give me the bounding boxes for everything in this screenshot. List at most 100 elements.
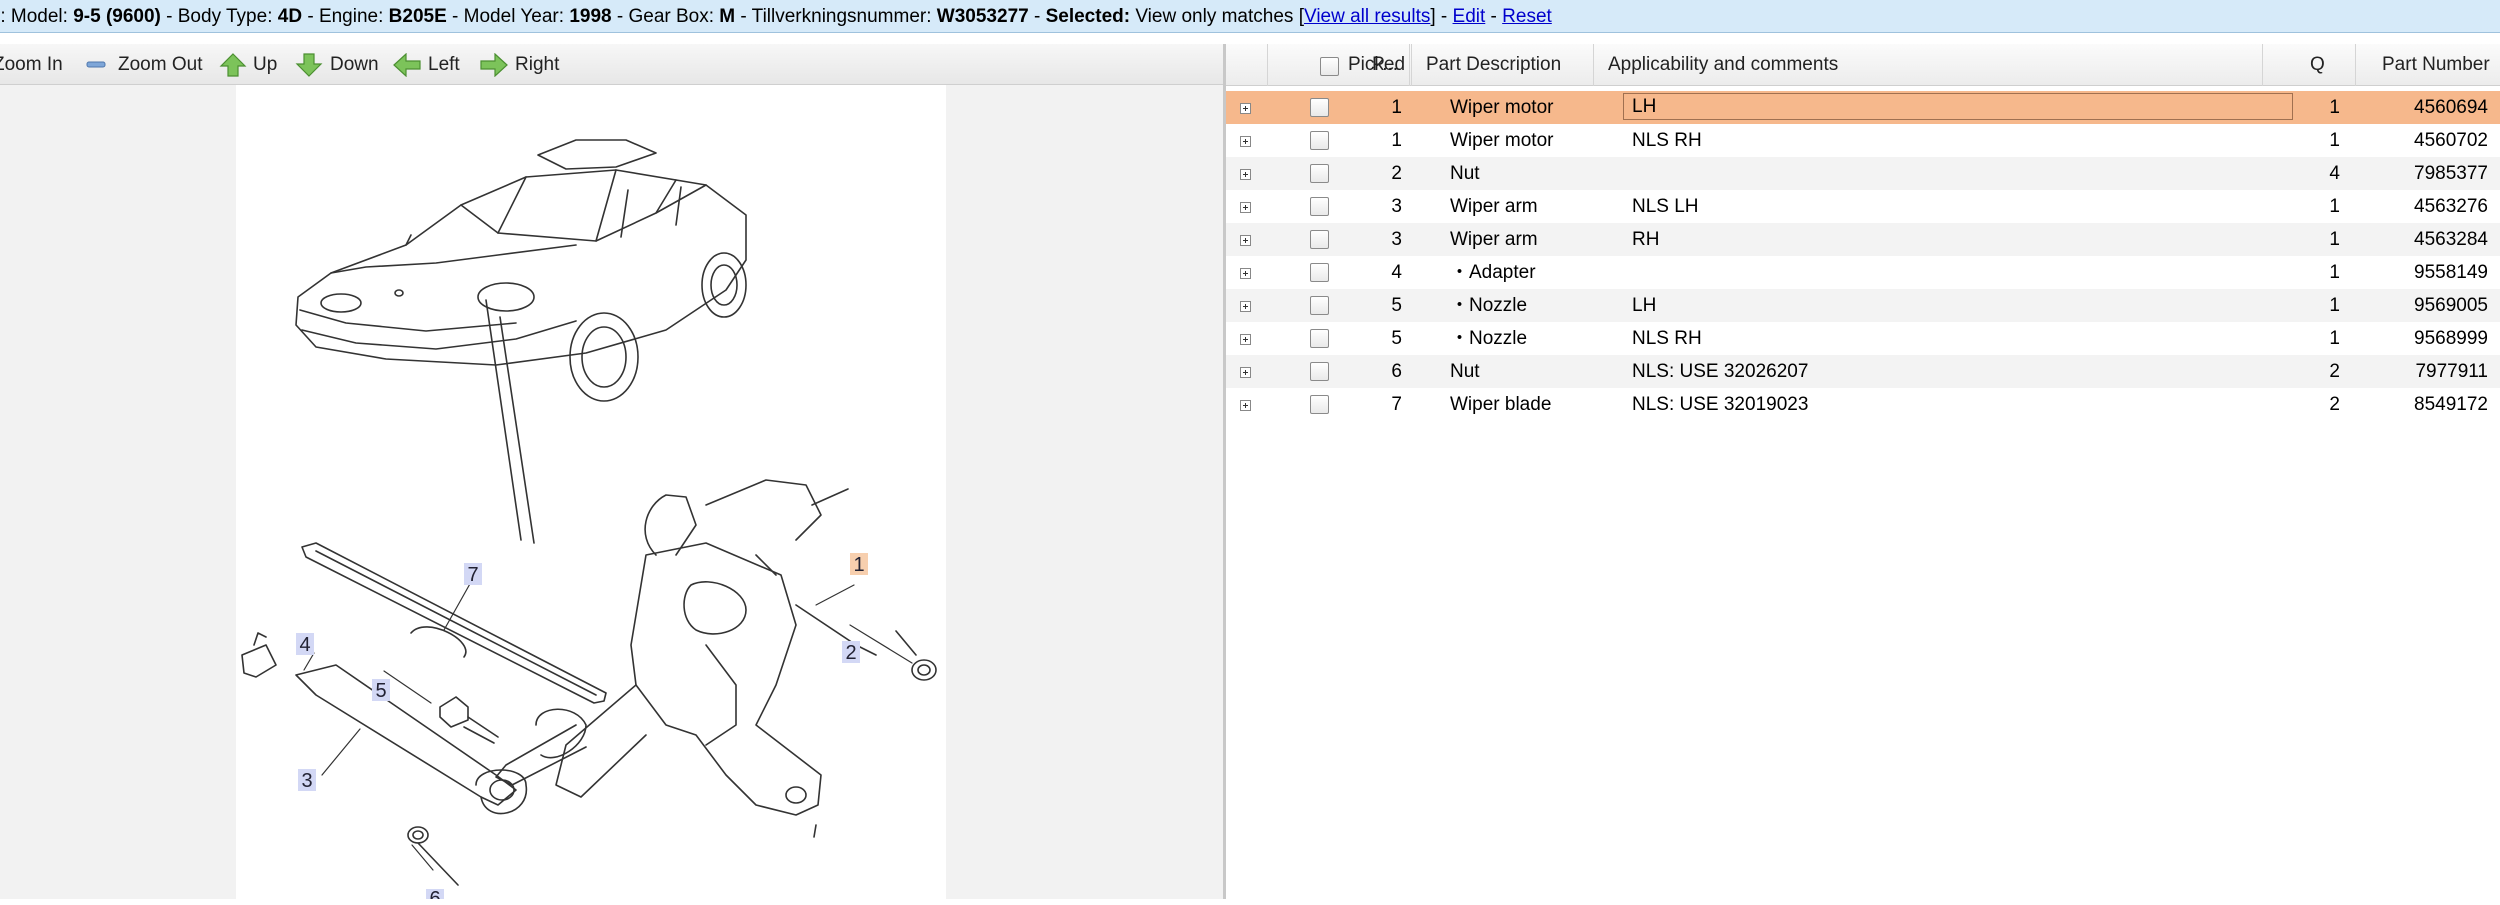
picked-checkbox[interactable]	[1310, 296, 1329, 315]
expand-row-icon[interactable]	[1240, 367, 1251, 378]
expand-row-icon[interactable]	[1240, 235, 1251, 246]
callout-7[interactable]: 7	[467, 564, 478, 586]
callout-2[interactable]: 2	[845, 642, 856, 664]
cell-part-description: Wiper arm	[1450, 196, 1538, 217]
expand-row-icon[interactable]	[1240, 136, 1251, 147]
cell-part-number: 8549172	[2414, 394, 2488, 415]
view-all-suffix: ] -	[1430, 6, 1453, 27]
callouts: 7 1 4 2 5 3 6	[296, 553, 868, 905]
expand-row-icon[interactable]	[1240, 301, 1251, 312]
cell-position: 2	[1391, 163, 1402, 184]
table-row[interactable]: 2 Nut 4 7985377	[1226, 157, 2500, 190]
model-year-value: 1998	[569, 6, 612, 27]
cell-part-description: Wiper motor	[1450, 130, 1554, 151]
down-button[interactable]: Down	[295, 44, 385, 85]
expand-row-icon[interactable]	[1240, 202, 1251, 213]
comment-editor[interactable]: LH	[1623, 93, 2293, 120]
cell-part-description: ・Nozzle	[1450, 328, 1528, 349]
cell-part-number: 4563276	[2414, 196, 2488, 217]
header-part-description[interactable]: Part Description	[1412, 44, 1594, 86]
cell-position: 5	[1391, 328, 1402, 349]
left-button[interactable]: Left	[393, 44, 473, 85]
edit-link[interactable]: Edit	[1453, 6, 1486, 27]
cell-comment: LH	[1632, 96, 1657, 117]
zoom-out-icon	[86, 61, 106, 68]
diagram-viewport[interactable]: 7 1 4 2 5 3 6	[0, 85, 1223, 905]
cell-quantity: 1	[2329, 130, 2340, 151]
engine-value: B205E	[388, 6, 447, 27]
left-label: Left	[428, 54, 460, 75]
table-row[interactable]: 5 ・Nozzle NLS RH 1 9568999	[1226, 322, 2500, 355]
callout-leaders	[303, 581, 913, 871]
select-all-checkbox[interactable]	[1320, 57, 1339, 76]
cell-quantity: 4	[2329, 163, 2340, 184]
up-label: Up	[253, 54, 278, 75]
cell-comment: NLS: USE 32019023	[1632, 394, 1809, 415]
cell-position: 3	[1391, 229, 1402, 250]
expand-row-icon[interactable]	[1240, 400, 1251, 411]
table-row[interactable]: 6 Nut NLS: USE 32026207 2 7977911	[1226, 355, 2500, 388]
callout-5[interactable]: 5	[375, 680, 386, 702]
table-row[interactable]: 3 Wiper arm RH 1 4563284	[1226, 223, 2500, 256]
cell-part-description: Wiper blade	[1450, 394, 1552, 415]
expand-row-icon[interactable]	[1240, 334, 1251, 345]
picked-checkbox[interactable]	[1310, 197, 1329, 216]
view-all-results-link[interactable]: View all results	[1304, 6, 1430, 27]
callout-1[interactable]: 1	[853, 554, 864, 576]
expand-row-icon[interactable]	[1240, 268, 1251, 279]
exploded-view-drawing: 7 1 4 2 5 3 6	[241, 139, 937, 905]
cell-quantity: 1	[2329, 97, 2340, 118]
picked-checkbox[interactable]	[1310, 164, 1329, 183]
table-row[interactable]: 1 Wiper motor LH 1 4560694	[1226, 91, 2500, 124]
arrow-right-icon	[480, 53, 508, 77]
selected-separator: -	[1028, 6, 1046, 27]
cell-quantity: 1	[2329, 295, 2340, 316]
cell-comment: NLS: USE 32026207	[1632, 361, 1809, 382]
callout-4[interactable]: 4	[299, 634, 310, 656]
picked-checkbox[interactable]	[1310, 329, 1329, 348]
picked-checkbox[interactable]	[1310, 131, 1329, 150]
reset-link[interactable]: Reset	[1502, 6, 1552, 27]
table-row[interactable]: 5 ・Nozzle LH 1 9569005	[1226, 289, 2500, 322]
body-type-value: 4D	[277, 6, 303, 27]
cell-part-number: 9558149	[2414, 262, 2488, 283]
cell-position: 5	[1391, 295, 1402, 316]
arrow-down-icon	[295, 53, 323, 77]
parts-diagram[interactable]: 7 1 4 2 5 3 6	[236, 85, 946, 905]
header-applicability[interactable]: Applicability and comments	[1594, 44, 2263, 86]
picked-checkbox[interactable]	[1310, 362, 1329, 381]
zoom-in-button[interactable]: Zoom In	[0, 44, 70, 85]
grid-header: Picked P... Part Description Applicabili…	[1226, 44, 2500, 86]
cell-part-number: 4560702	[2414, 130, 2488, 151]
picked-checkbox[interactable]	[1310, 230, 1329, 249]
table-row[interactable]: 3 Wiper arm NLS LH 1 4563276	[1226, 190, 2500, 223]
cell-part-description: Wiper arm	[1450, 229, 1538, 250]
header-part-number[interactable]: Part Number	[2346, 44, 2500, 86]
filter-prefix: r:	[0, 6, 6, 27]
expand-row-icon[interactable]	[1240, 103, 1251, 114]
cell-part-description: Wiper motor	[1450, 97, 1554, 118]
header-position[interactable]: P...	[1364, 44, 1412, 86]
expand-row-icon[interactable]	[1240, 169, 1251, 180]
table-row[interactable]: 7 Wiper blade NLS: USE 32019023 2 854917…	[1226, 388, 2500, 421]
cell-part-description: Nut	[1450, 361, 1480, 382]
filter-bar: r: Model: 9-5 (9600) - Body Type: 4D - E…	[0, 0, 2500, 33]
zoom-out-button[interactable]: Zoom Out	[86, 44, 206, 85]
up-button[interactable]: Up	[219, 44, 283, 85]
diagram-toolbar: Zoom In Zoom Out Up Down Left	[0, 44, 1223, 85]
header-part-number-label: Part Number	[2382, 54, 2490, 75]
zoom-in-label: Zoom In	[0, 54, 63, 75]
table-row[interactable]: 1 Wiper motor NLS RH 1 4560702	[1226, 124, 2500, 157]
table-row[interactable]: 4 ・Adapter 1 9558149	[1226, 256, 2500, 289]
picked-checkbox[interactable]	[1310, 98, 1329, 117]
wiper-blade-illustration	[301, 542, 607, 704]
callout-6[interactable]: 6	[429, 888, 440, 905]
cell-position: 3	[1391, 196, 1402, 217]
right-button[interactable]: Right	[480, 44, 570, 85]
cell-position: 4	[1391, 262, 1402, 283]
picked-checkbox[interactable]	[1310, 395, 1329, 414]
cell-quantity: 2	[2329, 361, 2340, 382]
picked-checkbox[interactable]	[1310, 263, 1329, 282]
callout-3[interactable]: 3	[301, 770, 312, 792]
header-position-label: P...	[1372, 54, 1399, 75]
